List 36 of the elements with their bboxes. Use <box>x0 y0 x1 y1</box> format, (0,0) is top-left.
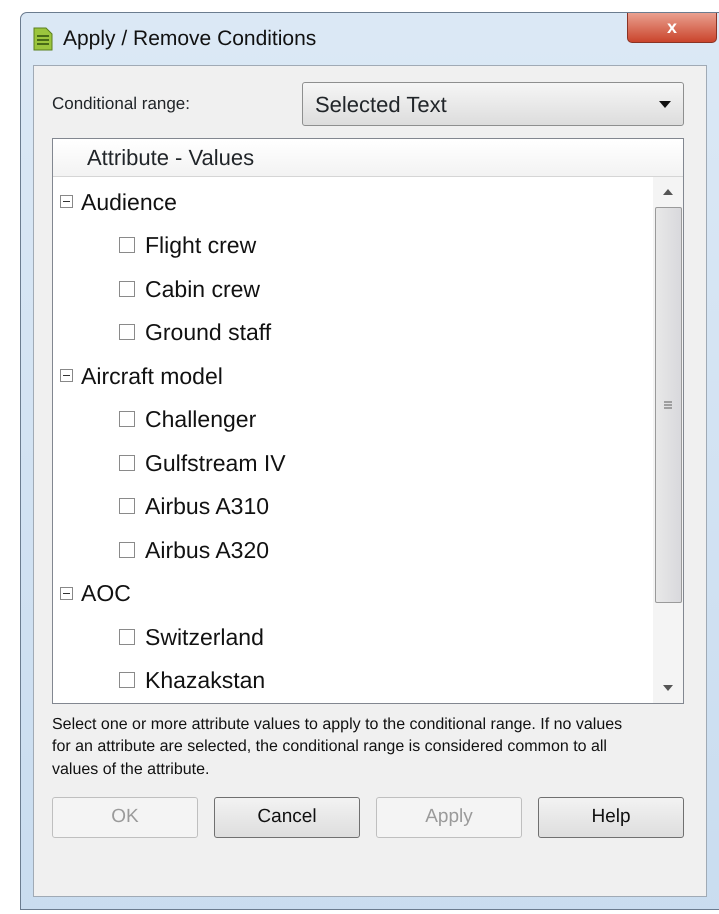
tree-item-label[interactable]: Khazakstan <box>145 663 266 698</box>
conditional-range-label: Conditional range: <box>52 93 191 116</box>
collapse-icon[interactable] <box>60 586 73 600</box>
collapse-icon[interactable] <box>60 195 73 208</box>
tree-item-label[interactable]: Cabin crew <box>145 272 260 306</box>
tree-item-label[interactable]: Flight crew <box>145 228 256 262</box>
checkbox[interactable] <box>119 237 135 254</box>
checkbox[interactable] <box>119 498 135 514</box>
tree-group-label[interactable]: Aircraft model <box>81 358 223 393</box>
checkbox[interactable] <box>119 454 135 471</box>
document-icon <box>33 27 53 51</box>
checkbox[interactable] <box>119 280 135 297</box>
tree-item-label[interactable]: Airbus A320 <box>145 532 270 567</box>
dialog-button[interactable]: Cancel <box>214 797 360 838</box>
tree-group-label[interactable]: AOC <box>81 576 131 610</box>
dropdown-caret-icon <box>659 100 671 108</box>
conditional-range-dropdown[interactable]: Selected Text <box>302 82 684 126</box>
tree-item-label[interactable]: Ground staff <box>145 315 272 350</box>
checkbox[interactable] <box>119 324 135 340</box>
checkbox[interactable] <box>119 411 135 428</box>
checkbox[interactable] <box>119 542 135 558</box>
tree-item-label[interactable]: Gulfstream IV <box>145 446 286 480</box>
scrollbar[interactable] <box>653 177 683 703</box>
collapse-icon[interactable] <box>60 369 73 382</box>
checkbox[interactable] <box>119 672 135 688</box>
tree-item-label[interactable]: Switzerland <box>145 620 264 654</box>
hint-text: Select one or more attribute values to apply to the conditional range. If no values for an attribute are selected, the conditional range is considered common to all values of the attribute. <box>52 715 624 780</box>
scroll-down-icon[interactable] <box>663 685 673 691</box>
scroll-up-icon[interactable] <box>663 189 673 195</box>
tree-group-label[interactable]: Audience <box>81 184 177 219</box>
checkbox[interactable] <box>119 628 135 645</box>
tree-item-label[interactable]: Challenger <box>145 402 256 436</box>
window-title: Apply / Remove Conditions <box>63 26 316 52</box>
dialog-button[interactable]: Help <box>538 797 684 838</box>
grip-icon <box>663 400 673 410</box>
tree-item-label[interactable]: Airbus A310 <box>145 489 270 524</box>
